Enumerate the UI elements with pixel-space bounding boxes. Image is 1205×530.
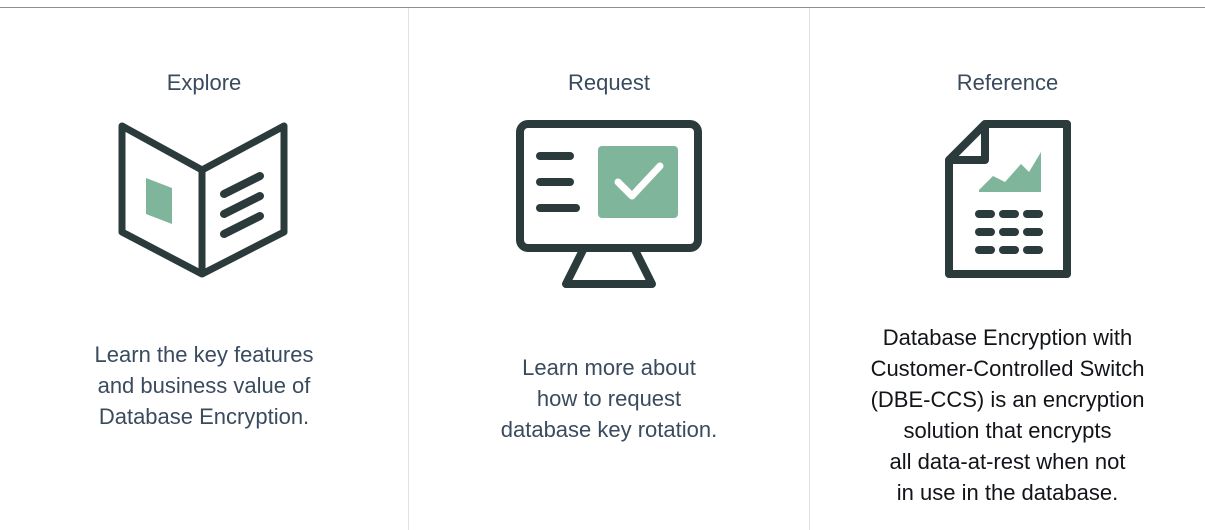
open-book-icon: [118, 122, 288, 278]
reference-card: Reference Database Encryption with Custo…: [810, 8, 1205, 530]
explore-card[interactable]: Explore Learn the key features and busin…: [0, 8, 408, 530]
request-card[interactable]: Request Learn more about how to request …: [409, 8, 809, 530]
card-title: Reference: [956, 70, 1059, 95]
card-title[interactable]: Explore: [0, 70, 408, 96]
monitor-checkmark-icon: [516, 120, 702, 288]
card-title[interactable]: Request: [409, 70, 809, 96]
card-description[interactable]: Learn the key features and business valu…: [0, 339, 408, 432]
card-description: Database Encryption with Customer-Contro…: [870, 325, 1145, 505]
report-document-icon: [944, 120, 1071, 278]
card-description[interactable]: Learn more about how to request database…: [409, 352, 809, 445]
